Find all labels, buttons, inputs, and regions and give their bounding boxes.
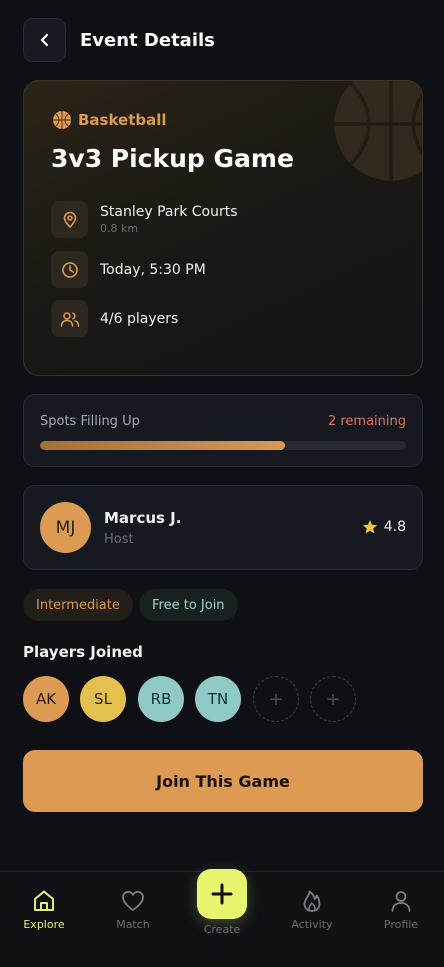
nav-activity-label: Activity	[291, 918, 333, 931]
bottom-nav: Explore Match Create Activity Profile	[0, 869, 444, 967]
player-avatar[interactable]: SL	[80, 676, 126, 722]
spots-card: Spots Filling Up 2 remaining	[23, 394, 423, 467]
clock-icon	[51, 251, 88, 288]
home-icon	[34, 890, 54, 911]
host-card[interactable]: MJ Marcus J. Host 4.8	[23, 485, 423, 570]
nav-match[interactable]: Match	[93, 888, 173, 931]
nav-activity[interactable]: Activity	[272, 888, 352, 931]
users-icon	[51, 300, 88, 337]
user-icon	[391, 891, 411, 912]
skill-level-tag: Intermediate	[23, 589, 133, 621]
nav-explore-label: Explore	[23, 918, 65, 931]
heart-icon	[122, 890, 144, 911]
nav-match-label: Match	[116, 918, 150, 931]
page-title: Event Details	[80, 29, 215, 51]
star-icon	[362, 520, 377, 534]
nav-profile-label: Profile	[383, 918, 419, 931]
nav-create[interactable]: Create	[182, 869, 262, 936]
rating-value: 4.8	[383, 519, 406, 535]
location-pin-icon	[51, 201, 88, 238]
event-time: Today, 5:30 PM	[100, 261, 206, 278]
spots-remaining: 2 remaining	[327, 414, 406, 429]
player-avatar[interactable]: AK	[23, 676, 69, 722]
back-button[interactable]	[23, 18, 66, 62]
create-button[interactable]	[197, 869, 247, 919]
flame-icon	[303, 890, 321, 912]
nav-profile[interactable]: Profile	[361, 888, 441, 931]
nav-explore[interactable]: Explore	[4, 888, 84, 931]
player-avatar[interactable]: RB	[138, 676, 184, 722]
plus-icon	[211, 883, 233, 905]
sport-label: Basketball	[78, 111, 167, 129]
event-title: 3v3 Pickup Game	[51, 144, 294, 173]
location-row: Stanley Park Courts 0.8 km	[51, 201, 238, 238]
players-joined-heading: Players Joined	[23, 643, 143, 661]
spots-progress-fill	[40, 441, 286, 450]
host-avatar: MJ	[40, 502, 91, 553]
header: Event Details	[23, 18, 421, 62]
location-name: Stanley Park Courts	[100, 204, 238, 220]
nav-create-label: Create	[203, 923, 241, 936]
player-avatar[interactable]: TN	[195, 676, 241, 722]
empty-player-slot[interactable]: +	[253, 676, 299, 722]
chevron-left-icon	[40, 33, 48, 47]
join-game-button[interactable]: Join This Game	[23, 750, 423, 812]
host-name: Marcus J.	[104, 509, 182, 527]
time-row: Today, 5:30 PM	[51, 251, 206, 288]
host-rating: 4.8	[362, 519, 406, 535]
players-row: 4/6 players	[51, 300, 178, 337]
empty-player-slot[interactable]: +	[310, 676, 356, 722]
event-card: Basketball 3v3 Pickup Game Stanley Park …	[23, 80, 423, 376]
sport-row: Basketball	[52, 110, 167, 130]
price-tag: Free to Join	[139, 589, 238, 621]
spots-label: Spots Filling Up	[40, 414, 140, 429]
basketball-decoration-icon	[334, 81, 422, 181]
location-distance: 0.8 km	[100, 222, 139, 235]
basketball-icon	[53, 111, 71, 129]
player-count: 4/6 players	[100, 310, 179, 327]
host-role: Host	[104, 532, 134, 547]
spots-progress-bar	[40, 441, 406, 450]
